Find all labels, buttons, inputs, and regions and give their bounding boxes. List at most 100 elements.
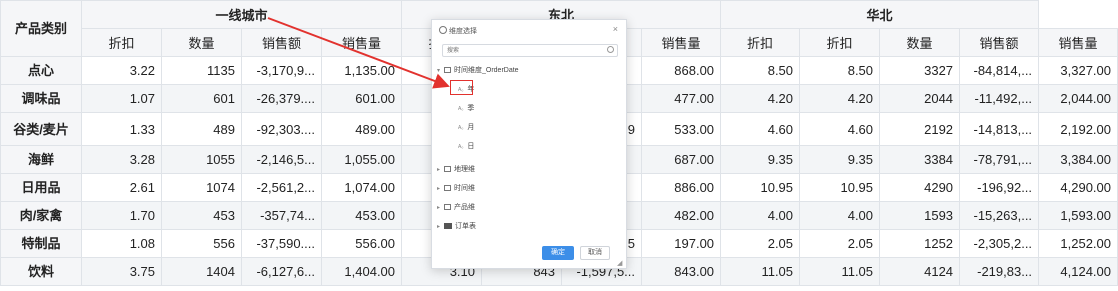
region-header-north[interactable]: 华北 — [720, 0, 1040, 29]
category-cell[interactable]: 点心 — [0, 56, 82, 85]
value-cell[interactable]: 1,074.00 — [320, 173, 403, 202]
value-cell[interactable]: 3384 — [879, 145, 961, 174]
value-cell[interactable]: -6,127,6... — [241, 257, 322, 286]
value-cell[interactable]: 4.20 — [720, 84, 801, 113]
value-cell[interactable]: 8.50 — [720, 56, 801, 85]
value-cell[interactable]: 4,290.00 — [1038, 173, 1118, 202]
value-cell[interactable]: -78,791,... — [959, 145, 1040, 174]
value-cell[interactable]: 533.00 — [641, 112, 722, 146]
value-cell[interactable]: -357,74... — [241, 201, 322, 230]
value-cell[interactable]: 886.00 — [641, 173, 722, 202]
value-cell[interactable]: 489 — [161, 112, 242, 146]
chevron-right-icon[interactable]: ▸ — [437, 185, 444, 192]
value-cell[interactable]: -2,561,2... — [241, 173, 322, 202]
value-cell[interactable]: 453 — [161, 201, 242, 230]
value-cell[interactable]: 2,192.00 — [1038, 112, 1118, 146]
value-cell[interactable]: 2,044.00 — [1038, 84, 1118, 113]
tree-item-day[interactable]: A₀ 日 — [458, 141, 474, 151]
value-cell[interactable]: 453.00 — [320, 201, 403, 230]
value-cell[interactable]: 11.05 — [799, 257, 881, 286]
tree-node-time-dimension[interactable]: ▾ 时间维度_OrderDate — [437, 65, 519, 75]
value-cell[interactable]: 3.75 — [81, 257, 162, 286]
value-cell[interactable]: 556 — [161, 229, 242, 258]
value-cell[interactable]: 10.95 — [720, 173, 801, 202]
col-header[interactable]: 折扣 — [720, 28, 801, 57]
search-icon[interactable] — [607, 46, 614, 53]
value-cell[interactable]: 2.05 — [720, 229, 801, 258]
value-cell[interactable]: -26,379.... — [241, 84, 322, 113]
col-header[interactable]: 销售量 — [641, 28, 722, 57]
value-cell[interactable]: 8.50 — [799, 56, 881, 85]
chevron-right-icon[interactable]: ▸ — [437, 223, 444, 230]
value-cell[interactable]: 1074 — [161, 173, 242, 202]
col-header[interactable]: 折扣 — [799, 28, 881, 57]
category-header[interactable]: 产品类别 — [0, 0, 82, 57]
value-cell[interactable]: 2044 — [879, 84, 961, 113]
category-cell[interactable]: 调味品 — [0, 84, 82, 113]
value-cell[interactable]: 4.20 — [799, 84, 881, 113]
value-cell[interactable]: 1404 — [161, 257, 242, 286]
value-cell[interactable]: 1,055.00 — [320, 145, 403, 174]
value-cell[interactable]: -15,263,... — [959, 201, 1040, 230]
col-header[interactable]: 销售量 — [320, 28, 403, 57]
value-cell[interactable]: 601 — [161, 84, 242, 113]
value-cell[interactable]: 4.60 — [720, 112, 801, 146]
value-cell[interactable]: 687.00 — [641, 145, 722, 174]
value-cell[interactable]: 1,252.00 — [1038, 229, 1118, 258]
category-cell[interactable]: 肉/家禽 — [0, 201, 82, 230]
value-cell[interactable]: -37,590.... — [241, 229, 322, 258]
value-cell[interactable]: 3,384.00 — [1038, 145, 1118, 174]
value-cell[interactable]: -84,814,... — [959, 56, 1040, 85]
value-cell[interactable]: -14,813,... — [959, 112, 1040, 146]
value-cell[interactable]: 2192 — [879, 112, 961, 146]
value-cell[interactable]: -92,303.... — [241, 112, 322, 146]
value-cell[interactable]: 477.00 — [641, 84, 722, 113]
value-cell[interactable]: 1.08 — [81, 229, 162, 258]
value-cell[interactable]: 4290 — [879, 173, 961, 202]
region-header-tier1[interactable]: 一线城市 — [80, 0, 403, 29]
value-cell[interactable]: 4,124.00 — [1038, 257, 1118, 286]
value-cell[interactable]: 1055 — [161, 145, 242, 174]
value-cell[interactable]: 9.35 — [720, 145, 801, 174]
value-cell[interactable]: 3.22 — [81, 56, 162, 85]
value-cell[interactable]: 3327 — [879, 56, 961, 85]
value-cell[interactable]: 1,593.00 — [1038, 201, 1118, 230]
value-cell[interactable]: 1,404.00 — [320, 257, 403, 286]
value-cell[interactable]: 1.07 — [81, 84, 162, 113]
resize-handle-icon[interactable]: ◢ — [617, 259, 622, 267]
chevron-down-icon[interactable]: ▾ — [437, 67, 444, 74]
value-cell[interactable]: -2,146,5... — [241, 145, 322, 174]
tree-node-time[interactable]: ▸ 时间维 — [437, 183, 475, 193]
confirm-button[interactable]: 确定 — [542, 246, 574, 260]
value-cell[interactable]: 1,135.00 — [320, 56, 403, 85]
value-cell[interactable]: 1135 — [161, 56, 242, 85]
col-header[interactable]: 销售量 — [1038, 28, 1118, 57]
value-cell[interactable]: 1252 — [879, 229, 961, 258]
cancel-button[interactable]: 取消 — [580, 246, 610, 260]
value-cell[interactable]: 197.00 — [641, 229, 722, 258]
value-cell[interactable]: 482.00 — [641, 201, 722, 230]
tree-node-geo[interactable]: ▸ 地理维 — [437, 164, 475, 174]
value-cell[interactable]: 4124 — [879, 257, 961, 286]
chevron-right-icon[interactable]: ▸ — [437, 204, 444, 211]
category-cell[interactable]: 日用品 — [0, 173, 82, 202]
search-box[interactable] — [442, 44, 618, 57]
value-cell[interactable]: 2.61 — [81, 173, 162, 202]
value-cell[interactable]: -196,92... — [959, 173, 1040, 202]
value-cell[interactable]: 1593 — [879, 201, 961, 230]
category-cell[interactable]: 海鲜 — [0, 145, 82, 174]
value-cell[interactable]: 843.00 — [641, 257, 722, 286]
value-cell[interactable]: 4.60 — [799, 112, 881, 146]
value-cell[interactable]: 489.00 — [320, 112, 403, 146]
tree-node-order-table[interactable]: ▸ 订单表 — [437, 221, 476, 231]
col-header[interactable]: 折扣 — [81, 28, 162, 57]
value-cell[interactable]: 1.70 — [81, 201, 162, 230]
value-cell[interactable]: 3.28 — [81, 145, 162, 174]
tree-item-month[interactable]: A₀ 月 — [458, 122, 474, 132]
tree-node-product[interactable]: ▸ 产品维 — [437, 202, 475, 212]
category-cell[interactable]: 特制品 — [0, 229, 82, 258]
value-cell[interactable]: 11.05 — [720, 257, 801, 286]
col-header[interactable]: 数量 — [879, 28, 961, 57]
col-header[interactable]: 数量 — [161, 28, 242, 57]
value-cell[interactable]: -219,83... — [959, 257, 1040, 286]
